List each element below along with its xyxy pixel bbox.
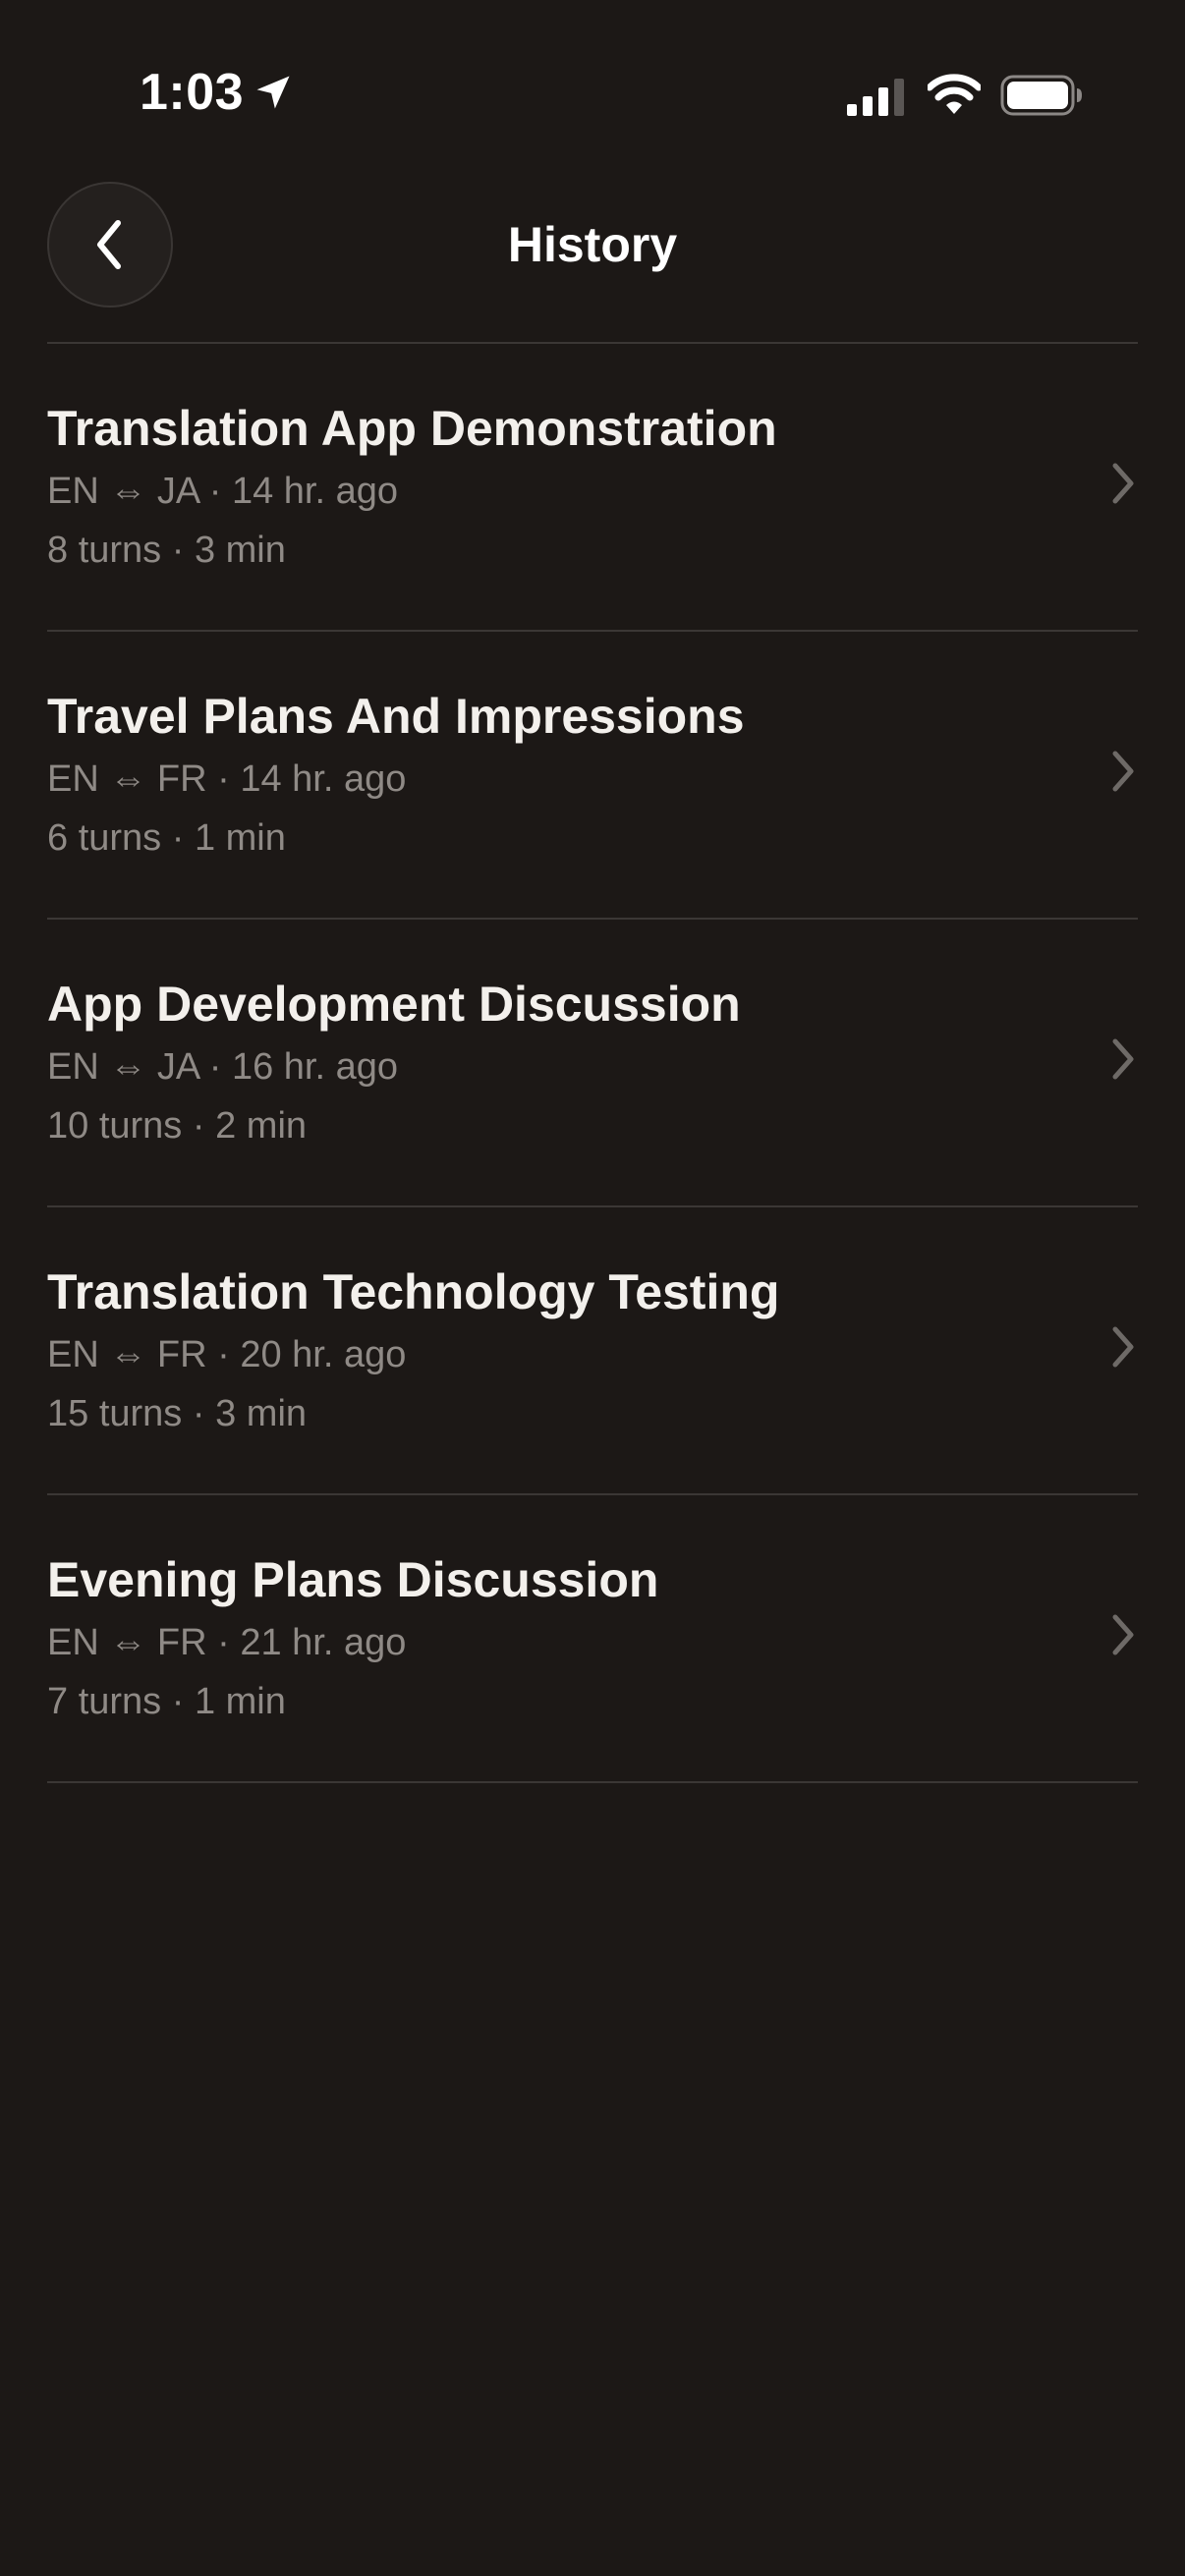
nav-bar: History	[0, 182, 1185, 309]
chevron-right-icon	[1112, 463, 1134, 504]
item-meta: EN ⇔ FR · 21 hr. ago	[47, 1622, 407, 1663]
item-meta: EN ⇔ FR · 20 hr. ago	[47, 1334, 407, 1375]
item-duration: 3 min	[215, 1393, 308, 1434]
chevron-right-icon	[1112, 1326, 1134, 1368]
history-item[interactable]: Travel Plans And Impressions EN ⇔ FR · 1…	[47, 632, 1138, 920]
item-title: Travel Plans And Impressions	[47, 689, 745, 744]
item-stats: 10 turns · 2 min	[47, 1105, 308, 1147]
item-time-ago: 14 hr. ago	[231, 471, 398, 512]
item-time-ago: 21 hr. ago	[240, 1622, 407, 1663]
wifi-icon	[928, 74, 981, 114]
item-languages: EN ⇔ JA	[47, 471, 199, 512]
item-title: App Development Discussion	[47, 977, 741, 1032]
battery-icon	[1000, 75, 1082, 116]
item-meta: EN ⇔ JA · 16 hr. ago	[47, 1046, 398, 1088]
page-title: History	[507, 217, 678, 272]
chevron-right-icon	[1112, 751, 1134, 792]
item-languages: EN ⇔ FR	[47, 758, 207, 800]
item-duration: 1 min	[194, 817, 286, 859]
item-title: Translation Technology Testing	[47, 1264, 780, 1319]
item-time-ago: 16 hr. ago	[231, 1046, 398, 1088]
history-item[interactable]: Translation App Demonstration EN ⇔ JA · …	[47, 344, 1138, 632]
item-duration: 2 min	[215, 1105, 308, 1147]
chevron-right-icon	[1112, 1614, 1134, 1655]
history-list: Translation App Demonstration EN ⇔ JA · …	[47, 342, 1138, 1783]
item-turns: 6 turns	[47, 817, 162, 859]
item-title: Translation App Demonstration	[47, 401, 777, 456]
item-time-ago: 14 hr. ago	[240, 758, 407, 800]
item-meta: EN ⇔ JA · 14 hr. ago	[47, 471, 398, 512]
history-item[interactable]: App Development Discussion EN ⇔ JA · 16 …	[47, 920, 1138, 1207]
item-languages: EN ⇔ JA	[47, 1046, 199, 1088]
item-meta: EN ⇔ FR · 14 hr. ago	[47, 758, 407, 800]
item-title: Evening Plans Discussion	[47, 1552, 659, 1607]
item-duration: 1 min	[194, 1681, 286, 1722]
cellular-signal-icon	[847, 79, 904, 116]
item-stats: 6 turns · 1 min	[47, 817, 286, 859]
history-item[interactable]: Evening Plans Discussion EN ⇔ FR · 21 hr…	[47, 1495, 1138, 1783]
item-languages: EN ⇔ FR	[47, 1334, 207, 1375]
status-bar: 1:03	[0, 0, 1185, 187]
item-turns: 7 turns	[47, 1681, 162, 1722]
item-stats: 7 turns · 1 min	[47, 1681, 286, 1722]
item-turns: 15 turns	[47, 1393, 183, 1434]
chevron-right-icon	[1112, 1038, 1134, 1080]
item-languages: EN ⇔ FR	[47, 1622, 207, 1663]
item-stats: 15 turns · 3 min	[47, 1393, 308, 1434]
item-duration: 3 min	[194, 530, 286, 571]
location-arrow-icon	[256, 76, 290, 109]
history-item[interactable]: Translation Technology Testing EN ⇔ FR ·…	[47, 1207, 1138, 1495]
item-turns: 10 turns	[47, 1105, 183, 1147]
item-time-ago: 20 hr. ago	[240, 1334, 407, 1375]
item-turns: 8 turns	[47, 530, 162, 571]
status-time: 1:03	[140, 64, 245, 121]
item-stats: 8 turns · 3 min	[47, 530, 286, 571]
